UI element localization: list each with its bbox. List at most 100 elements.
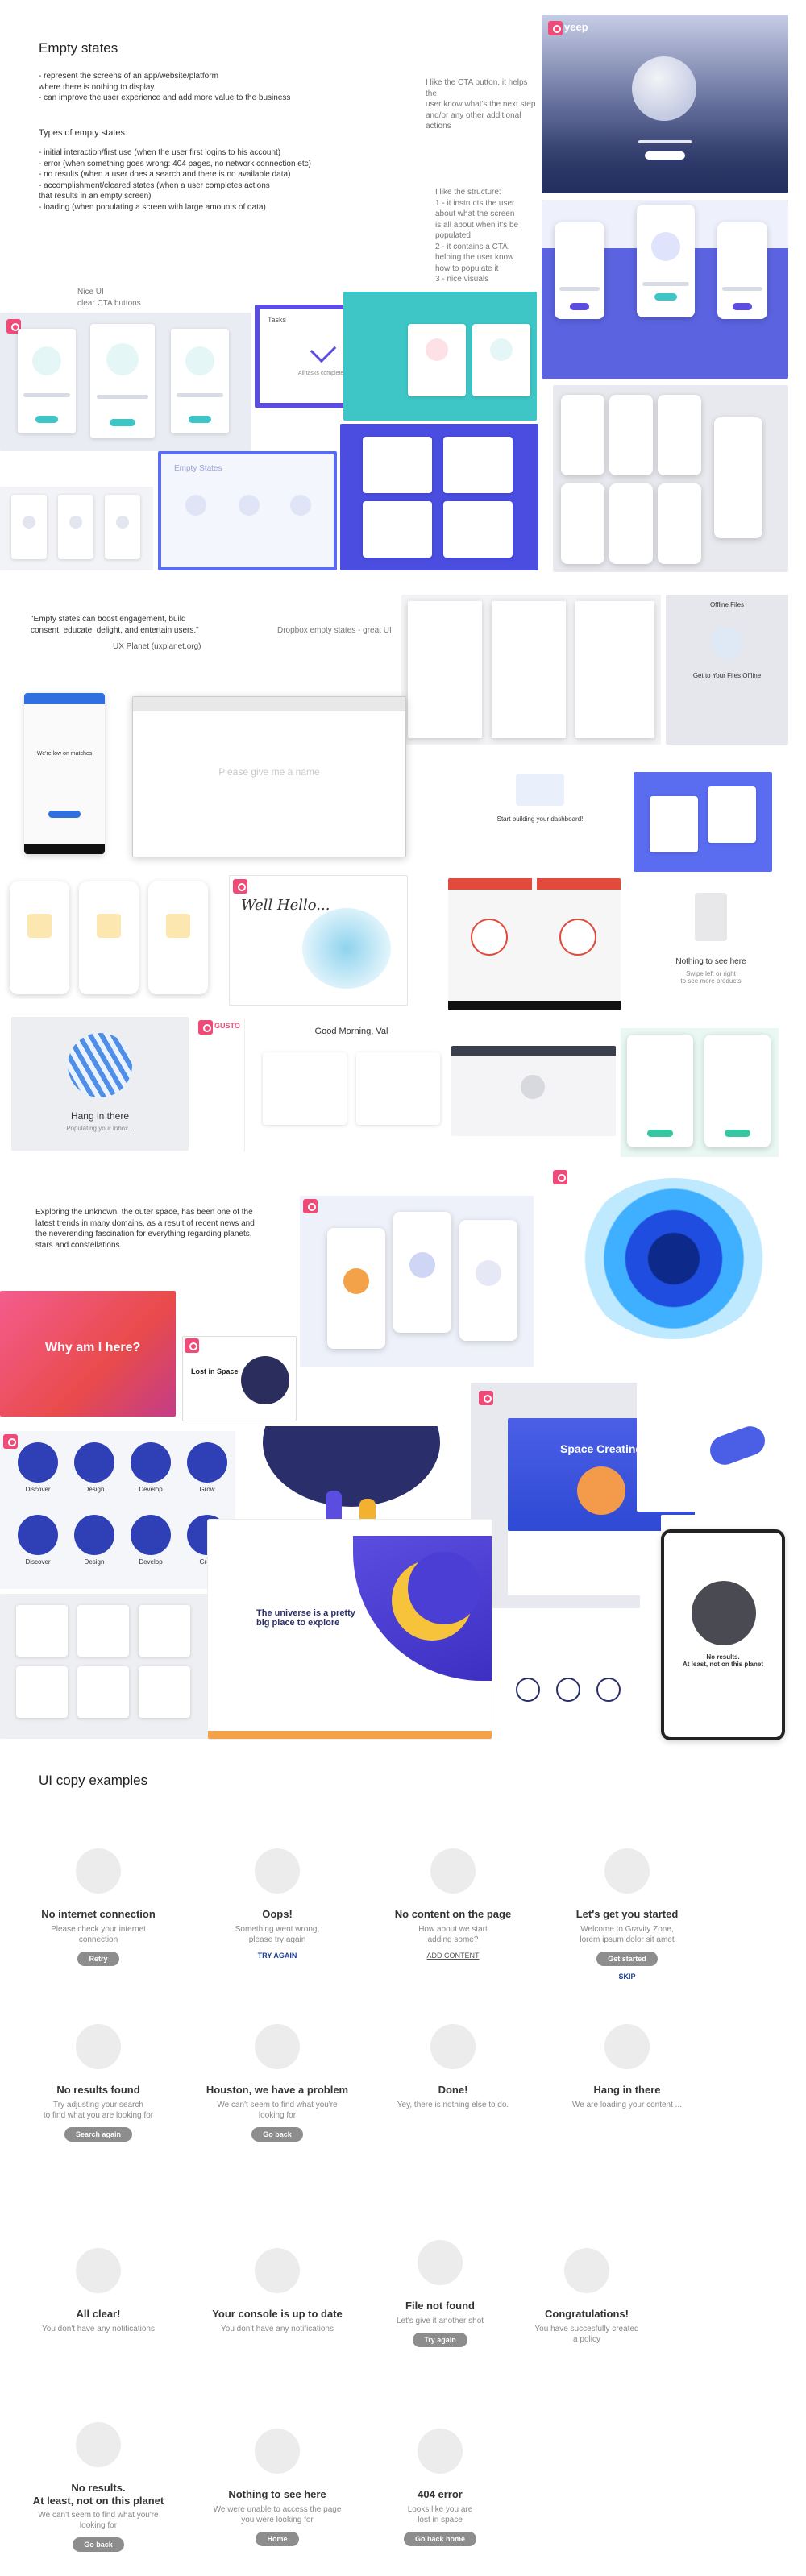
illustration-placeholder [76, 2248, 121, 2293]
retry-button[interactable]: Retry [77, 1951, 119, 1966]
well-hello-panel: Well Hello... [229, 875, 408, 1006]
dashboard-panel: Start building your dashboard! [451, 757, 629, 846]
illustration-placeholder [418, 2429, 463, 2474]
try-again-button[interactable]: Try again [413, 2332, 467, 2347]
design-icon [74, 1442, 114, 1483]
note-cta: I like the CTA button, it helps the user… [426, 78, 536, 131]
try-again-link[interactable]: TRY AGAIN [197, 1952, 358, 1960]
nothing-panel: Nothing to see here Swipe left or right … [634, 881, 788, 1002]
app-screens-panel [553, 385, 788, 572]
blue-cards-panel [634, 772, 772, 872]
go-back-button[interactable]: Go back [251, 2126, 303, 2142]
search-again-button[interactable]: Search again [64, 2126, 133, 2142]
tasks-title: Tasks [268, 316, 287, 324]
space-phones-panel [300, 1196, 534, 1367]
brand-logo: yeep [564, 21, 588, 33]
illustration-placeholder [430, 2024, 476, 2069]
rocket-panel [637, 1383, 788, 1512]
why-panel: Why am I here? [0, 1291, 176, 1417]
pin-icon [303, 1199, 318, 1213]
universe-title: The universe is a pretty big place to ex… [256, 1608, 355, 1628]
illustration-placeholder [76, 2422, 121, 2467]
go-back-home-button[interactable]: Go back home [403, 2531, 476, 2546]
illustration-placeholder [76, 2024, 121, 2069]
why-title: Why am I here? [45, 1341, 141, 1354]
illustration-placeholder [604, 2024, 650, 2069]
illustration-placeholder [255, 2248, 300, 2293]
develop-icon [131, 1442, 171, 1483]
phone-mockup [717, 222, 767, 319]
dashboard-text: Start building your dashboard! [496, 815, 584, 823]
nothing-title: Nothing to see here [675, 957, 746, 966]
get-started-button[interactable]: Get started [596, 1951, 658, 1966]
teal-cards-panel [343, 292, 537, 421]
illustration-placeholder [255, 2024, 300, 2069]
pin-icon [198, 1020, 213, 1035]
small-space-icons [500, 1610, 645, 1739]
hello-title: Well Hello... [241, 897, 330, 914]
copy-nothing-to-see: Nothing to see here We were unable to ac… [197, 2429, 358, 2546]
empty-card [171, 329, 229, 433]
pin-icon [479, 1391, 493, 1405]
red-app-panel [448, 878, 621, 1010]
ui-copy-title: UI copy examples [39, 1773, 148, 1788]
quote-source: UX Planet (uxplanet.org) [113, 642, 202, 651]
paper-space-panel [553, 1170, 785, 1346]
morning-panel: Good Morning, Val [258, 1020, 445, 1154]
empty-card [90, 324, 155, 438]
dropbox-panel [401, 595, 661, 745]
grow-icon [187, 1442, 227, 1483]
copy-houston: Houston, we have a problem We can't seem… [197, 2024, 358, 2142]
discover-icon [18, 1442, 58, 1483]
small-cards-panel [0, 487, 153, 570]
space-intro: Exploring the unknown, the outer space, … [35, 1208, 255, 1250]
nothing-subtitle: Swipe left or right to see more products [680, 970, 742, 985]
gray-app-panel [451, 1046, 616, 1136]
phone-illustrations-panel [542, 200, 788, 379]
lost-panel: Lost in Space [182, 1336, 297, 1421]
hang-subtitle: Populating your inbox... [66, 1125, 134, 1132]
no-results-phone: No results. At least, not on this planet [661, 1529, 785, 1740]
illustration-placeholder [564, 2248, 609, 2293]
note-nice-ui: Nice UI clear CTA buttons [77, 288, 141, 308]
copy-oops: Oops! Something went wrong, please try a… [197, 1848, 358, 1960]
illustration-placeholder [604, 1848, 650, 1894]
pin-icon [553, 1170, 567, 1184]
hero-cta-button[interactable] [645, 151, 685, 160]
copy-no-internet: No internet connection Please check your… [18, 1848, 179, 1966]
skip-link[interactable]: SKIP [546, 1972, 708, 1981]
pin-icon [3, 1434, 18, 1449]
indigo-device-panel [340, 424, 538, 570]
morning-title: Good Morning, Val [314, 1027, 388, 1036]
home-button[interactable]: Home [256, 2531, 299, 2546]
offline-subtitle: Get to Your Files Offline [692, 672, 762, 679]
go-back-button[interactable]: Go back [73, 2537, 124, 2553]
phone-mockup [637, 205, 695, 317]
copy-hang-in-there: Hang in there We are loading your conten… [546, 2024, 708, 2110]
copy-404: 404 error Looks like you are lost in spa… [359, 2429, 521, 2546]
hang-panel: Hang in there Populating your inbox... [11, 1017, 189, 1151]
discover-icon [18, 1515, 58, 1555]
note-structure: I like the structure: 1 - it instructs t… [435, 188, 519, 284]
page-title: Empty states [39, 40, 118, 56]
dropbox-note: Dropbox empty states - great UI [277, 626, 392, 635]
empty-states-label: Empty States [174, 464, 222, 473]
offline-panel: Offline Files Get to Your Files Offline [666, 595, 788, 745]
phone-mockup [555, 222, 604, 319]
android-phone: We're low on matches [24, 693, 105, 854]
checkmark-icon [310, 336, 337, 363]
copy-congratulations: Congratulations! You have succesfully cr… [506, 2248, 667, 2345]
illustration-placeholder [418, 2240, 463, 2285]
gusto-sidebar: GUSTO [197, 1018, 245, 1152]
copy-all-clear: All clear! You don't have any notificati… [18, 2248, 179, 2334]
illustration-placeholder [255, 1848, 300, 1894]
hang-title: Hang in there [70, 1110, 130, 1122]
illustration-placeholder [430, 1848, 476, 1894]
add-content-link[interactable]: ADD CONTENT [372, 1952, 534, 1960]
design-icon [74, 1515, 114, 1555]
illustration-placeholder [255, 2429, 300, 2474]
pin-icon [185, 1338, 199, 1353]
universe-panel: The universe is a pretty big place to ex… [208, 1520, 492, 1739]
intro-text: - represent the screens of an app/websit… [39, 72, 291, 102]
browser-placeholder-text: Please give me a name [218, 766, 320, 778]
